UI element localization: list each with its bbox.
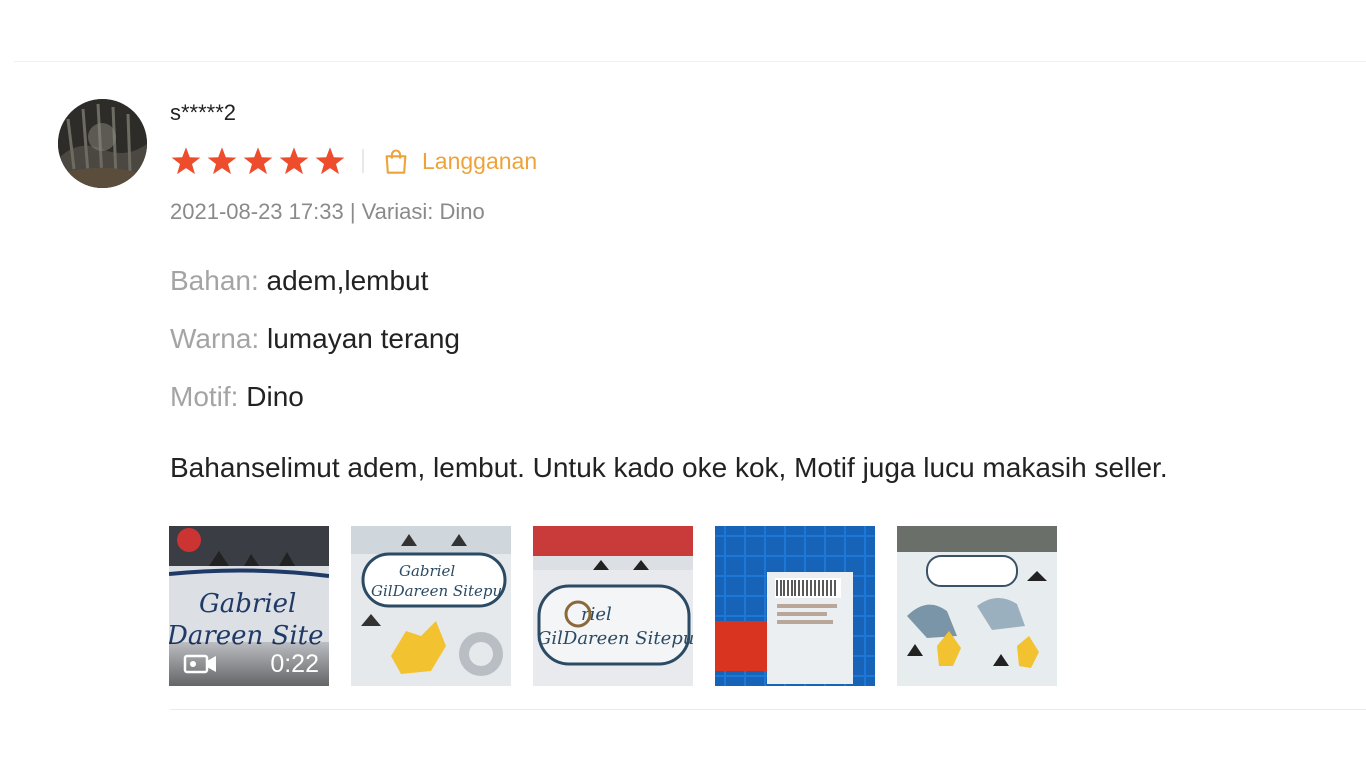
review-video-thumbnail[interactable]: Gabriel Dareen Site 0:22 <box>169 526 329 686</box>
badge-label: Langganan <box>422 147 538 174</box>
attribute-key: Warna: <box>170 323 260 354</box>
attribute-value: Dino <box>246 381 304 412</box>
attribute-bahan: Bahan: adem,lembut <box>170 265 428 297</box>
review-comment: Bahanselimut adem, lembut. Untuk kado ok… <box>170 452 1168 483</box>
video-camera-icon <box>183 651 219 677</box>
bottom-divider <box>170 709 1366 710</box>
review-media-list: Gabriel Dareen Site 0:22 Gabriel GilDare… <box>169 526 1057 686</box>
svg-text:GilDareen Sitepu: GilDareen Sitepu <box>537 628 693 649</box>
shopping-bag-icon <box>382 147 410 175</box>
rating-stars <box>170 146 346 176</box>
review-image-thumbnail[interactable]: riel GilDareen Sitepu <box>533 526 693 686</box>
review-meta: 2021-08-23 17:33 | Variasi: Dino <box>170 199 485 224</box>
star-icon <box>242 146 274 176</box>
attribute-warna: Warna: lumayan terang <box>170 323 460 355</box>
star-icon <box>170 146 202 176</box>
video-duration: 0:22 <box>270 649 319 678</box>
rating-row: Langganan <box>170 145 537 177</box>
attribute-key: Motif: <box>170 381 239 412</box>
svg-text:Gabriel: Gabriel <box>199 589 296 619</box>
star-icon <box>314 146 346 176</box>
video-overlay: 0:22 <box>169 642 329 686</box>
attribute-key: Bahan: <box>170 265 259 296</box>
avatar[interactable] <box>58 99 147 188</box>
attribute-motif: Motif: Dino <box>170 381 304 413</box>
svg-text:GilDareen Sitepu: GilDareen Sitepu <box>371 582 502 600</box>
review-image-thumbnail[interactable] <box>897 526 1057 686</box>
review-image-thumbnail[interactable] <box>715 526 875 686</box>
reviewer-username: s*****2 <box>170 100 237 125</box>
attribute-value: adem,lembut <box>266 265 429 296</box>
star-icon <box>206 146 238 176</box>
review-image-thumbnail[interactable]: Gabriel GilDareen Sitepu <box>351 526 511 686</box>
rating-separator <box>362 149 364 173</box>
svg-text:Gabriel: Gabriel <box>399 562 455 580</box>
star-icon <box>278 146 310 176</box>
attribute-value: lumayan terang <box>267 323 461 354</box>
subscriber-badge: Langganan <box>382 147 537 175</box>
product-review: s*****2 Langganan 2021-08-23 17:33 | Var… <box>0 0 1366 768</box>
